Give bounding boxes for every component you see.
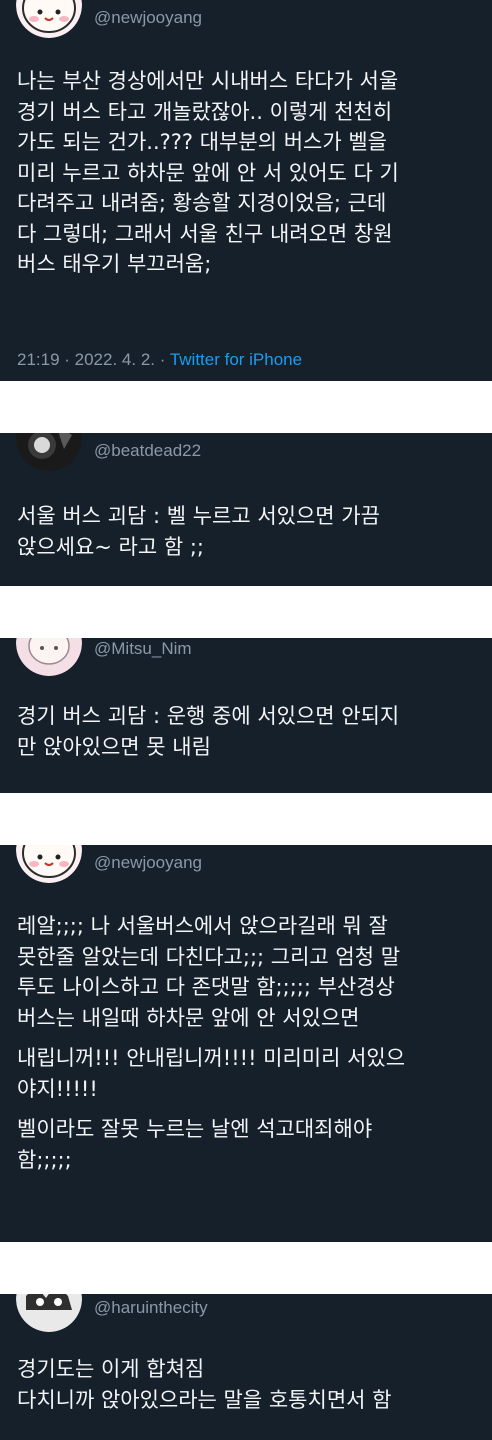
tweet-paragraph: 경기 버스 괴담 : 운행 중에 서있으면 안되지 만 앉아있으면 못 내림 xyxy=(17,704,400,759)
tweet-text: 경기도는 이게 합쳐짐 다치니까 앉아있으라는 말을 호통치면서 함 xyxy=(17,1354,478,1415)
tweet-timestamp[interactable]: 21:19 · 2022. 4. 2. · xyxy=(17,350,165,369)
tweet-card-2: @beatdead22 서울 버스 괴담 : 벨 누르고 서있으면 가끔 앉으세… xyxy=(0,433,492,586)
avatar[interactable] xyxy=(16,433,82,471)
tweet-paragraph: 서울 버스 괴담 : 벨 누르고 서있으면 가끔 앉으세요~ 라고 함 ;; xyxy=(17,504,380,559)
user-handle[interactable]: @beatdead22 xyxy=(94,441,201,461)
avatar[interactable] xyxy=(16,638,82,676)
avatar[interactable] xyxy=(16,0,82,38)
tweet-text: 경기 버스 괴담 : 운행 중에 서있으면 안되지 만 앉아있으면 못 내림 xyxy=(17,701,478,762)
tweet-card-4: @newjooyang 레알;;;; 나 서울버스에서 앉으라길래 뭐 잘 못한… xyxy=(0,845,492,1242)
user-handle[interactable]: @haruinthecity xyxy=(94,1298,208,1318)
user-handle[interactable]: @Mitsu_Nim xyxy=(94,639,192,659)
tweet-card-1: @newjooyang 나는 부산 경상에서만 시내버스 타다가 서울 경기 버… xyxy=(0,0,492,381)
tweet-paragraph: 레알;;;; 나 서울버스에서 앉으라길래 뭐 잘 못한줄 알았는데 다친다고;… xyxy=(17,914,401,1030)
avatar-cartoon-face-icon xyxy=(16,0,82,38)
tweet-text: 서울 버스 괴담 : 벨 누르고 서있으면 가끔 앉으세요~ 라고 함 ;; xyxy=(17,501,478,562)
avatar[interactable] xyxy=(16,1294,82,1332)
tweet-paragraph: 나는 부산 경상에서만 시내버스 타다가 서울 경기 버스 타고 개놀랐잖아..… xyxy=(17,69,399,276)
tweet-text: 레알;;;; 나 서울버스에서 앉으라길래 뭐 잘 못한줄 알았는데 다친다고;… xyxy=(17,911,478,1175)
tweet-card-3: @Mitsu_Nim 경기 버스 괴담 : 운행 중에 서있으면 안되지 만 앉… xyxy=(0,638,492,793)
tweet-source-link[interactable]: Twitter for iPhone xyxy=(170,350,302,369)
user-handle[interactable]: @newjooyang xyxy=(94,853,202,873)
avatar-cartoon-face-icon xyxy=(16,845,82,883)
tweet-paragraph: 경기도는 이게 합쳐짐 다치니까 앉아있으라는 말을 호통치면서 함 xyxy=(17,1357,392,1412)
tweet-text: 나는 부산 경상에서만 시내버스 타다가 서울 경기 버스 타고 개놀랐잖아..… xyxy=(17,66,478,280)
tweet-paragraph: 벨이라도 잘못 누르는 날엔 석고대죄해야 함;;;;; xyxy=(17,1117,373,1172)
avatar-dark-portrait-icon xyxy=(16,433,82,471)
tweet-paragraph: 내립니꺼!!! 안내립니꺼!!!! 미리미리 서있으 야지!!!!! xyxy=(17,1046,406,1101)
user-handle[interactable]: @newjooyang xyxy=(94,8,202,28)
avatar[interactable] xyxy=(16,845,82,883)
avatar-pink-illustration-icon xyxy=(16,638,82,676)
tweet-meta: 21:19 · 2022. 4. 2. · Twitter for iPhone xyxy=(17,350,302,370)
tweet-card-5: @haruinthecity 경기도는 이게 합쳐짐 다치니까 앉아있으라는 말… xyxy=(0,1294,492,1440)
avatar-monochrome-illustration-icon xyxy=(16,1294,82,1332)
